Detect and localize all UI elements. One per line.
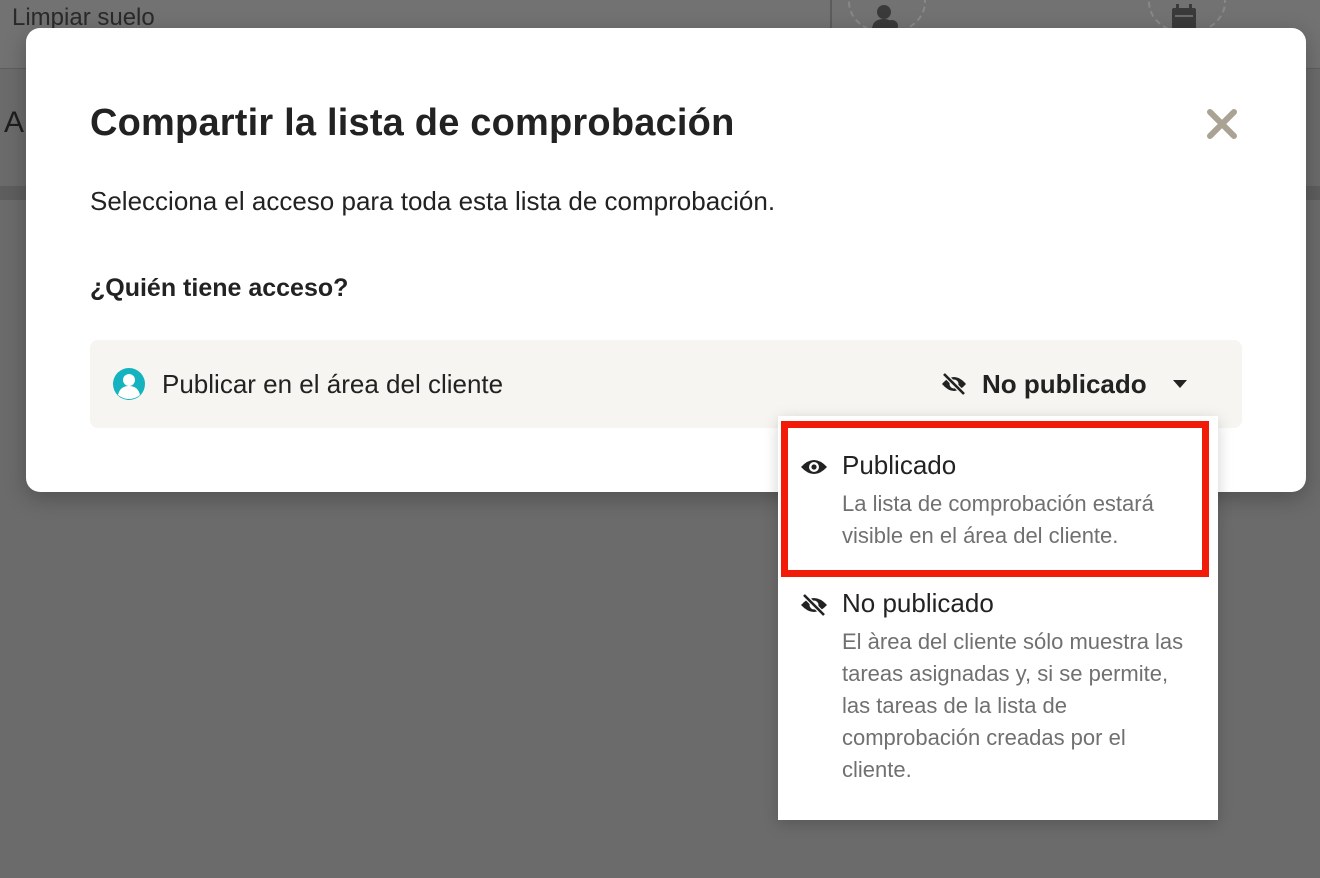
- publish-status-value: No publicado: [982, 368, 1147, 399]
- close-icon: [1207, 109, 1237, 139]
- option-description: El àrea del cliente sólo muestra las tar…: [842, 629, 1184, 782]
- caret-down-icon: [1172, 380, 1187, 388]
- menu-option-unpublished[interactable]: No publicado El àrea del cliente sólo mu…: [778, 576, 1218, 820]
- background-heading-fragment: A: [4, 106, 25, 139]
- eye-slash-icon: [801, 594, 827, 616]
- publish-status-menu: Publicado La lista de comprobación estar…: [778, 416, 1218, 820]
- dialog-title: Compartir la lista de comprobación: [90, 102, 735, 144]
- dialog-description: Selecciona el acceso para toda esta list…: [90, 186, 776, 216]
- eye-icon: [801, 460, 827, 474]
- client-area-icon: [113, 368, 145, 400]
- client-area-label: Publicar en el área del cliente: [162, 369, 504, 399]
- background-divider: [830, 0, 832, 30]
- option-label: Publicado: [842, 450, 957, 480]
- access-question: ¿Quién tiene acceso?: [90, 274, 349, 302]
- close-button[interactable]: [1202, 104, 1242, 144]
- client-area-access-row: Publicar en el área del cliente No publi…: [90, 340, 1242, 428]
- eye-slash-icon: [942, 372, 966, 396]
- option-label: No publicado: [842, 588, 994, 618]
- menu-option-published[interactable]: Publicado La lista de comprobación estar…: [778, 416, 1218, 576]
- publish-status-dropdown[interactable]: No publicado: [940, 362, 1189, 406]
- option-description: La lista de comprobación estará visible …: [842, 491, 1154, 548]
